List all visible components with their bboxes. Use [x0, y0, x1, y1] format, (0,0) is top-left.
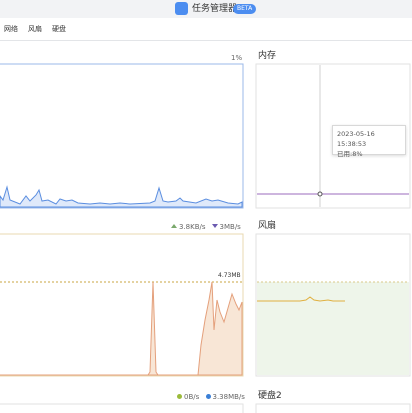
- disk-chart: [0, 403, 411, 413]
- tooltip-time: 2023-05-16 15:38:53: [337, 130, 375, 148]
- fan-title: 风扇: [258, 221, 277, 231]
- tooltip-usage: 已用:8%: [337, 150, 363, 158]
- memory-title: 内存: [258, 51, 277, 61]
- network-peak-label: 4.73MB: [218, 272, 241, 279]
- network-chart: [0, 233, 244, 377]
- memory-tooltip: 2023-05-16 15:38:53 已用:8%: [332, 125, 406, 158]
- download-arrow-icon: [211, 224, 218, 228]
- fan-fill: [257, 282, 409, 375]
- memory-hover-point: [317, 191, 323, 197]
- charts-canvas: [0, 63, 411, 413]
- upload-arrow-icon: [171, 224, 177, 228]
- fan-chart: [255, 233, 411, 377]
- upload-rate: 3.8KB/s: [179, 223, 206, 231]
- write-dot-icon: [205, 394, 211, 399]
- cpu-chart: [0, 63, 244, 209]
- cpu-percent: 1%: [231, 54, 243, 62]
- network-rates: 3.8KB/s 3MB/s: [171, 222, 241, 232]
- disk2-title: 硬盘2: [258, 391, 282, 401]
- disk2-chart-frame: [255, 403, 411, 413]
- cpu-chart-frame: [0, 63, 244, 209]
- download-rate: 3MB/s: [219, 223, 241, 231]
- disk-chart-frame: [0, 403, 244, 413]
- disk-rates: 0B/s 3.38MB/s: [177, 392, 245, 402]
- disk-read-rate: 0B/s: [184, 393, 200, 401]
- disk-write-rate: 3.38MB/s: [212, 393, 245, 401]
- read-dot-icon: [177, 394, 182, 399]
